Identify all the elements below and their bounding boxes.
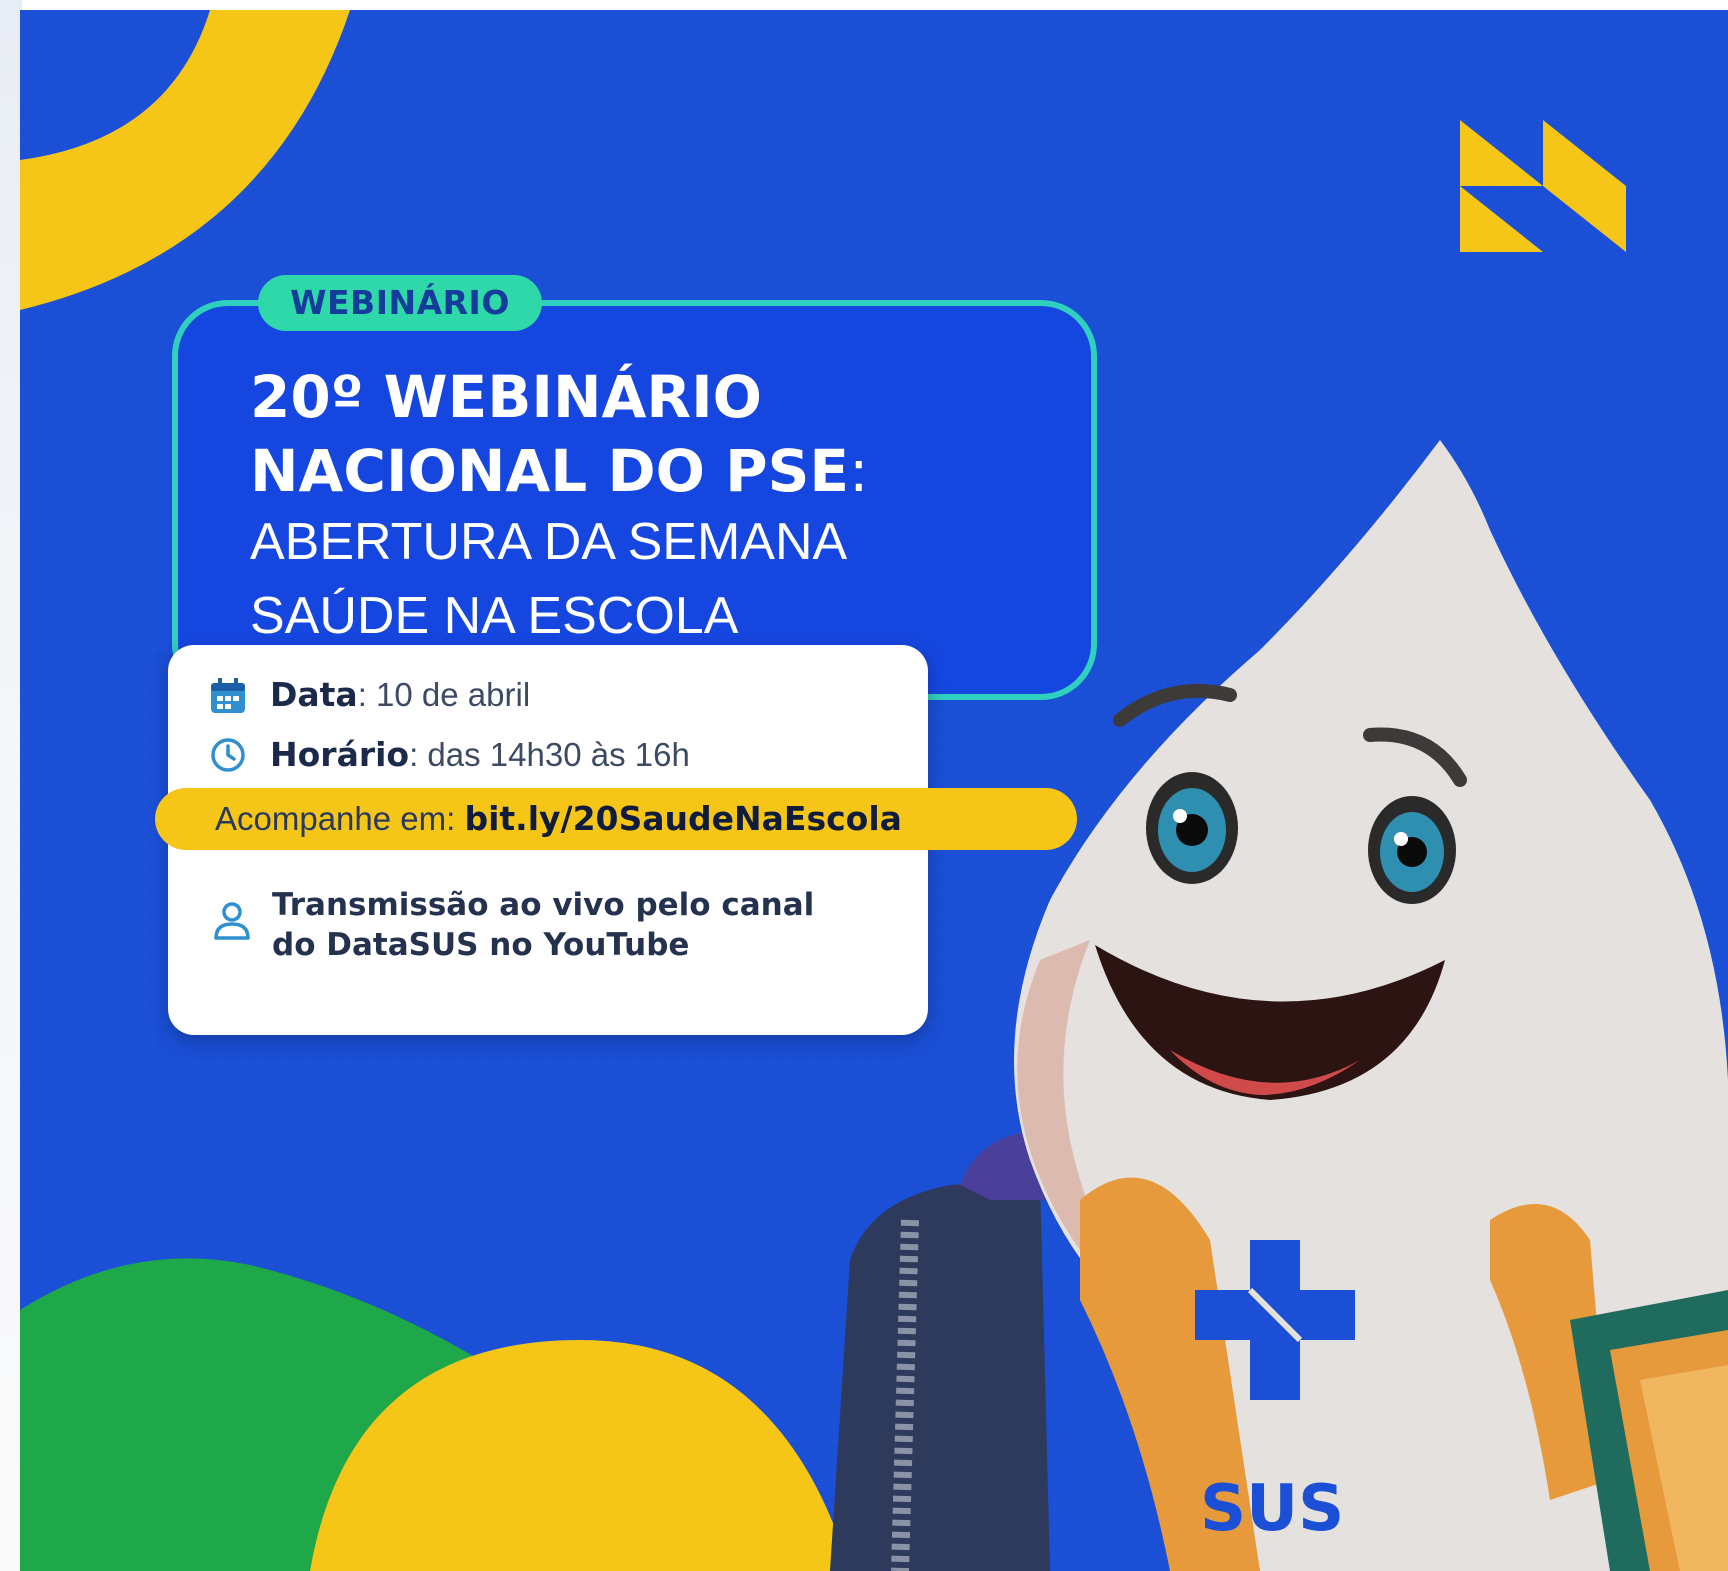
date-value: : 10 de abril (357, 676, 531, 713)
title-line-2: NACIONAL DO PSE: (250, 434, 1070, 508)
mascot-chest-text: SUS (1200, 1472, 1344, 1546)
time-value: : das 14h30 às 16h (409, 736, 690, 773)
date-row: Data: 10 de abril (270, 675, 530, 714)
follow-prefix: Acompanhe em: (215, 800, 465, 837)
calendar-icon (211, 678, 245, 713)
live-line-1: Transmissão ao vivo pelo canal (272, 887, 815, 923)
follow-bar: Acompanhe em: bit.ly/20SaudeNaEscola (155, 788, 1077, 850)
person-icon (214, 902, 250, 940)
live-broadcast-text: Transmissão ao vivo pelo canal do DataSU… (272, 885, 892, 965)
clock-icon (211, 738, 245, 772)
triangles-logo-icon (1460, 120, 1626, 252)
time-label: Horário (270, 735, 410, 774)
page-subtitle: ABERTURA DA SEMANA SAÚDE NA ESCOLA (250, 505, 1070, 653)
live-line-2: do DataSUS no YouTube (272, 927, 690, 963)
follow-link[interactable]: bit.ly/20SaudeNaEscola (464, 799, 901, 838)
time-row: Horário: das 14h30 às 16h (270, 735, 690, 774)
webinar-badge: WEBINÁRIO (258, 275, 542, 331)
page-title: 20º WEBINÁRIO NACIONAL DO PSE: (250, 360, 1070, 508)
title-line-1: 20º WEBINÁRIO (250, 363, 762, 431)
subtitle-line-1: ABERTURA DA SEMANA (250, 513, 848, 571)
title-line-2-text: NACIONAL DO PSE (250, 437, 850, 505)
date-label: Data (270, 675, 358, 714)
title-colon: : (849, 437, 869, 505)
subtitle-line-2: SAÚDE NA ESCOLA (250, 587, 739, 645)
left-edge-strip (0, 0, 22, 1571)
backpack (830, 1180, 1050, 1571)
